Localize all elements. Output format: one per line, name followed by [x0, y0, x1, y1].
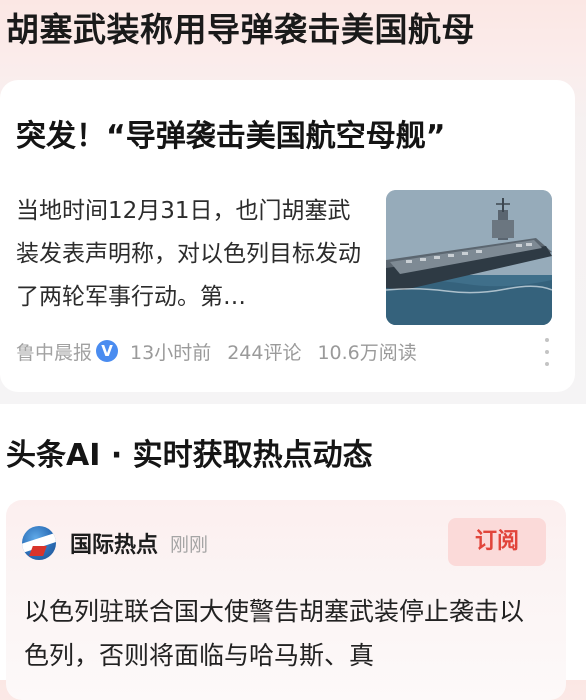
news-comments: 244评论 [227, 341, 302, 364]
ai-section: 头条AI · 实时获取热点动态 国际热点 刚刚 订阅 以色列驻联合国大使警告胡塞… [0, 404, 586, 700]
news-card[interactable]: 突发！“导弹袭击美国航空母舰” 当地时间12月31日，也门胡塞武装发表声明称，对… [0, 80, 575, 392]
ai-news-card[interactable]: 国际热点 刚刚 订阅 以色列驻联合国大使警告胡塞武装停止袭击以色列，否则将面临与… [6, 500, 566, 700]
news-meta: 鲁中晨报 13小时前 244评论 10.6万阅读 [16, 336, 417, 366]
topic-time: 刚刚 [170, 533, 209, 556]
news-globe-logo-icon[interactable] [22, 526, 56, 560]
aircraft-carrier-thumbnail[interactable] [386, 190, 552, 325]
page-headline[interactable]: 胡塞武装称用导弹袭击美国航母 [6, 8, 475, 52]
more-vertical-icon[interactable] [541, 338, 553, 366]
news-source[interactable]: 鲁中晨报 [16, 338, 92, 365]
topic-name[interactable]: 国际热点 [70, 527, 158, 559]
news-reads: 10.6万阅读 [317, 341, 417, 364]
ai-news-body[interactable]: 以色列驻联合国大使警告胡塞武装停止袭击以色列，否则将面临与哈马斯、真 [24, 590, 544, 678]
ai-section-title: 头条AI · 实时获取热点动态 [6, 438, 373, 473]
topic-row: 国际热点 刚刚 [22, 526, 208, 560]
news-title[interactable]: 突发！“导弹袭击美国航空母舰” [16, 117, 445, 157]
news-summary[interactable]: 当地时间12月31日，也门胡塞武装发表声明称，对以色列目标发动了两轮军事行动。第… [16, 190, 368, 319]
news-time: 13小时前 [130, 341, 212, 364]
subscribe-button[interactable]: 订阅 [448, 518, 546, 566]
verified-badge-icon [96, 340, 119, 362]
